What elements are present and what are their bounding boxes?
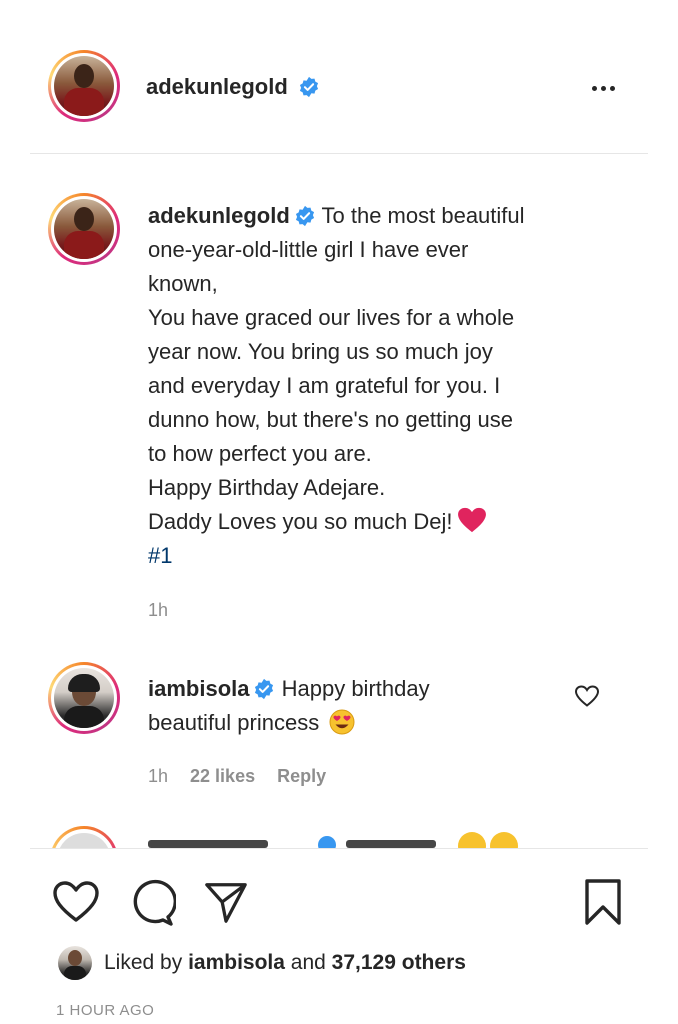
verified-badge-icon bbox=[255, 678, 274, 700]
share-send-icon[interactable] bbox=[202, 879, 250, 925]
caption-line: to how perfect you are. bbox=[148, 441, 372, 466]
comment-timestamp[interactable]: 1h bbox=[148, 766, 168, 787]
post-action-bar bbox=[0, 876, 678, 926]
caption-line: one-year-old-little girl I have ever bbox=[148, 237, 469, 262]
hashtag-link[interactable]: #1 bbox=[148, 539, 618, 573]
liked-by-middle: and bbox=[290, 951, 326, 974]
actions-divider bbox=[30, 848, 648, 849]
comment-bubble-icon[interactable] bbox=[128, 879, 176, 927]
liked-by-row[interactable]: Liked by iambisola and 37,129 others bbox=[58, 946, 466, 980]
caption-timestamp[interactable]: 1h bbox=[148, 600, 168, 621]
caption-line: known, bbox=[148, 271, 218, 296]
post-timestamp[interactable]: 1 HOUR AGO bbox=[56, 1002, 154, 1019]
more-options-button[interactable] bbox=[592, 78, 624, 98]
liked-by-user[interactable]: iambisola bbox=[188, 951, 285, 975]
header-username[interactable]: adekunlegold bbox=[146, 74, 320, 100]
caption-username[interactable]: adekunlegold bbox=[148, 203, 290, 228]
save-bookmark-icon[interactable] bbox=[582, 878, 624, 926]
comment-avatar[interactable] bbox=[48, 662, 120, 734]
caption-avatar[interactable] bbox=[48, 193, 120, 265]
comment-text: iambisola Happy birthday beautiful princ… bbox=[148, 672, 578, 740]
header-divider bbox=[30, 153, 648, 154]
comment-reply-button[interactable]: Reply bbox=[277, 766, 326, 787]
comment-likes-count[interactable]: 22 likes bbox=[190, 766, 255, 787]
caption-line: Daddy Loves you so much Dej! bbox=[148, 509, 453, 534]
next-comment-partial bbox=[0, 820, 678, 848]
post-caption: adekunlegold To the most beautiful one-y… bbox=[148, 199, 618, 573]
comment-username[interactable]: iambisola bbox=[148, 676, 249, 701]
like-heart-icon[interactable] bbox=[52, 880, 100, 924]
verified-badge-icon bbox=[299, 76, 318, 98]
caption-line: dunno how, but there's no getting use bbox=[148, 407, 514, 432]
verified-badge-icon bbox=[295, 205, 314, 227]
liked-by-avatar[interactable] bbox=[58, 946, 92, 980]
caption-line: year now. You bring us so much joy bbox=[148, 339, 493, 364]
header-username-text[interactable]: adekunlegold bbox=[146, 74, 288, 99]
comment-like-heart-icon[interactable] bbox=[574, 684, 600, 708]
liked-by-prefix: Liked by bbox=[104, 951, 183, 974]
caption-line: You have graced our lives for a whole bbox=[148, 305, 515, 330]
heart-eyes-emoji-icon bbox=[329, 709, 355, 735]
caption-line: To the most beautiful bbox=[321, 203, 525, 228]
comment-meta: 1h 22 likes Reply bbox=[148, 766, 326, 787]
caption-line: and everyday I am grateful for you. I bbox=[148, 373, 501, 398]
caption-line: Happy Birthday Adejare. bbox=[148, 475, 386, 500]
comment-line: Happy birthday bbox=[281, 676, 430, 701]
more-dots-icon bbox=[592, 85, 597, 91]
comment-line: beautiful princess bbox=[148, 710, 320, 735]
red-heart-emoji-icon bbox=[457, 507, 486, 533]
likes-count[interactable]: 37,129 others bbox=[332, 951, 466, 975]
header-avatar[interactable] bbox=[48, 50, 120, 122]
